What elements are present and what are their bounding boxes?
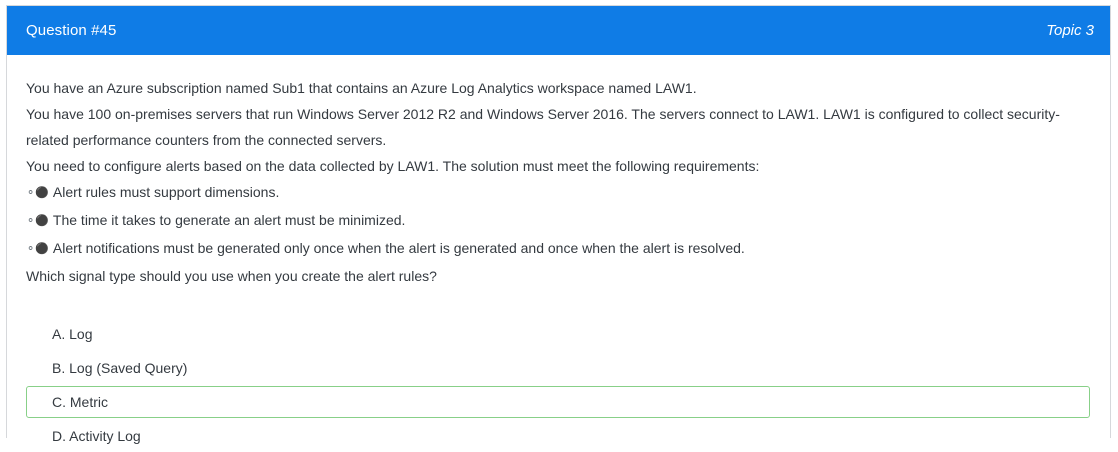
choice-label: D. Activity Log [52,428,141,444]
choice-list: A. Log B. Log (Saved Query) C. Metric D.… [26,318,1090,452]
question-header: Question #45 Topic 3 [7,6,1110,55]
question-line: related performance counters from the co… [26,132,387,148]
question-prompt: Which signal type should you use when yo… [26,268,437,284]
bullet-icon: ⚬⚫ [26,187,49,199]
question-body: You have an Azure subscription named Sub… [7,55,1110,452]
choice-label: B. Log (Saved Query) [52,360,188,376]
question-text: You have an Azure subscription named Sub… [26,75,1090,289]
choice-item-b[interactable]: B. Log (Saved Query) [26,352,1090,384]
requirement-text: Alert rules must support dimensions. [52,184,280,200]
topic-label: Topic 3 [1046,22,1094,39]
requirement-item: ⚬⚫ Alert rules must support dimensions. [26,179,1090,207]
question-number: Question #45 [26,22,117,39]
choice-label: A. Log [52,326,93,342]
requirement-item: ⚬⚫ Alert notifications must be generated … [26,235,1090,263]
choice-label: C. Metric [52,394,108,410]
choice-item-a[interactable]: A. Log [26,318,1090,350]
requirement-text: The time it takes to generate an alert m… [52,212,406,228]
question-line: You have 100 on-premises servers that ru… [26,106,1060,122]
choice-item-d[interactable]: D. Activity Log [26,420,1090,452]
bullet-icon: ⚬⚫ [26,243,49,255]
requirement-item: ⚬⚫ The time it takes to generate an alert… [26,207,1090,235]
requirement-text: Alert notifications must be generated on… [52,240,745,256]
question-line: You have an Azure subscription named Sub… [26,80,697,96]
question-card: Question #45 Topic 3 You have an Azure s… [6,5,1111,444]
question-line: You need to configure alerts based on th… [26,158,760,174]
choice-item-c-correct[interactable]: C. Metric [26,386,1090,418]
bullet-icon: ⚬⚫ [26,215,49,227]
